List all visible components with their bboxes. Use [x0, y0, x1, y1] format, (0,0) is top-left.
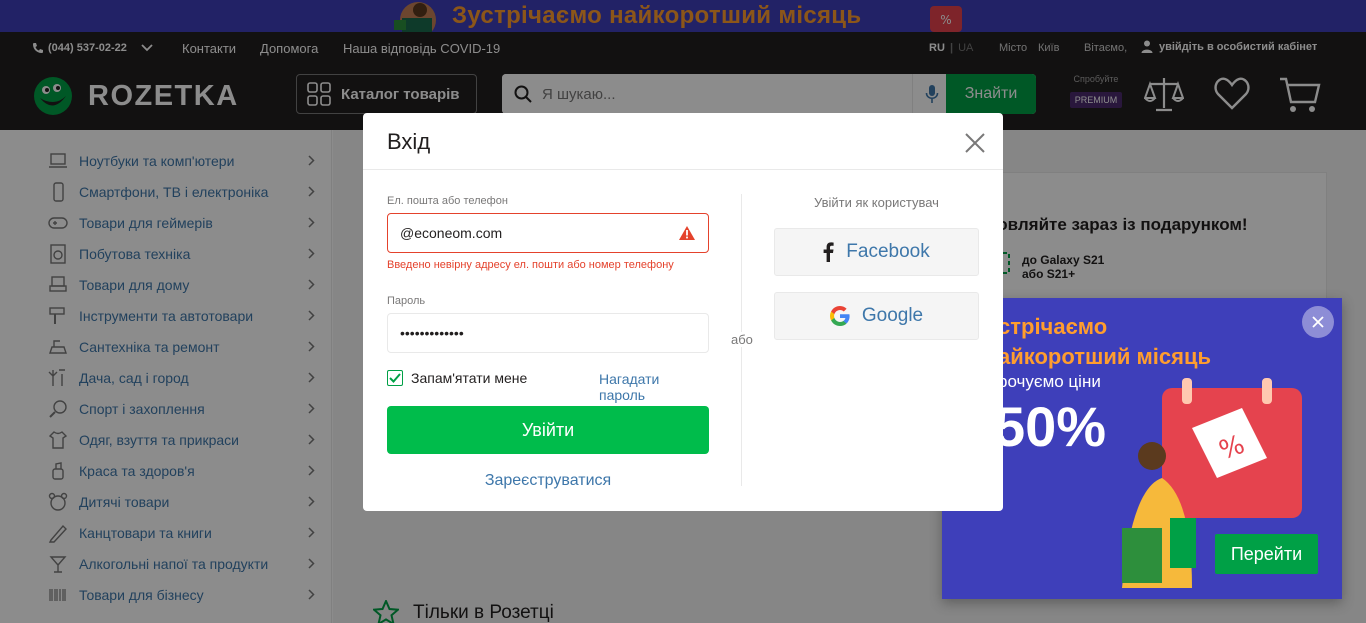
google-login-button[interactable]: Google: [774, 292, 979, 340]
facebook-login-label: Facebook: [846, 241, 930, 262]
checkbox-box[interactable]: [387, 370, 403, 386]
modal-title: Вхід: [387, 129, 431, 154]
password-label: Пароль: [387, 295, 426, 307]
forgot-password-link[interactable]: Нагадати пароль: [599, 371, 709, 403]
social-login: Увійти як користувач Facebook Google: [774, 195, 979, 340]
or-separator: або: [729, 332, 755, 347]
popup-go-button[interactable]: Перейти: [1215, 534, 1318, 574]
modal-header: Вхід: [363, 113, 1003, 170]
popup-close-button[interactable]: [1302, 306, 1334, 338]
google-icon: [829, 306, 850, 326]
remember-me-label: Запам'ятати мене: [411, 370, 528, 386]
register-link[interactable]: Зареєструватися: [387, 472, 709, 490]
facebook-icon: [823, 242, 834, 262]
close-icon: [1312, 316, 1324, 328]
login-form: Ел. пошта або телефон Введено невірну ад…: [387, 195, 709, 490]
warning-icon: [679, 226, 695, 240]
popup-title: стрічаємо айкоротший місяць: [998, 314, 1212, 369]
email-error-message: Введено невірну адресу ел. пошти або ном…: [387, 259, 674, 271]
login-modal: Вхід Ел. пошта або телефон Введено невір…: [363, 113, 1003, 511]
login-submit-button[interactable]: Увійти: [387, 406, 709, 454]
popup-subtitle: рочуємо ціни: [998, 372, 1101, 391]
facebook-login-button[interactable]: Facebook: [774, 228, 979, 276]
popup-percent: 50%: [994, 395, 1107, 458]
email-label: Ел. пошта або телефон: [387, 195, 508, 207]
email-field-wrapper: [387, 213, 709, 253]
remember-me-checkbox[interactable]: Запам'ятати мене: [387, 370, 527, 386]
remember-row: Запам'ятати мене Нагадати пароль: [387, 370, 709, 403]
email-field[interactable]: [400, 214, 670, 252]
login-as-user-label: Увійти як користувач: [814, 195, 939, 210]
close-icon[interactable]: [963, 131, 987, 155]
checkmark-icon: [389, 373, 401, 383]
password-field[interactable]: [400, 314, 670, 352]
password-field-wrapper: [387, 313, 709, 353]
google-login-label: Google: [861, 305, 924, 326]
